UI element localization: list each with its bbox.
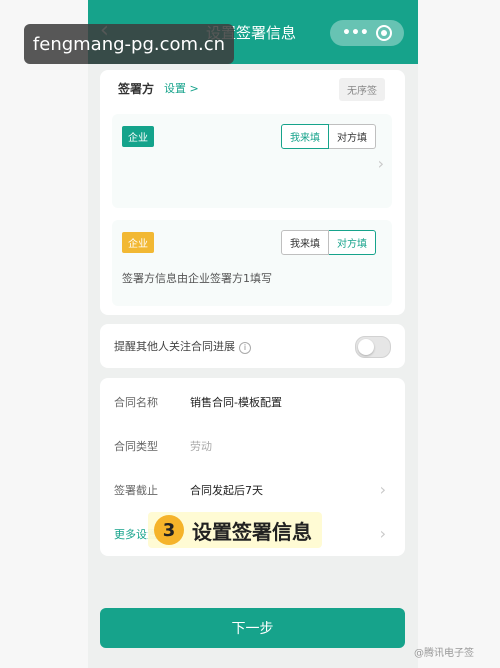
party-1[interactable]: 企业 我来填 对方填 › [112,114,392,208]
signer-title: 签署方 [118,82,155,96]
source-credit: @腾讯电子签 [414,648,474,659]
target-icon[interactable] [376,25,392,41]
contract-type-placeholder: 劳动 [190,440,212,453]
info-icon[interactable]: i [239,342,251,354]
party-2-fill-toggle: 我来填 对方填 [281,230,376,255]
remind-card: 提醒其他人关注合同进展 i [100,324,405,368]
more-icon[interactable]: ••• [342,25,369,41]
deadline-label: 签署截止 [114,484,158,497]
party-2-self-fill-button[interactable]: 我来填 [281,230,329,255]
step-caption-overlay: 3 设置签署信息 [148,512,322,548]
toggle-knob [358,339,374,355]
next-step-button[interactable]: 下一步 [100,608,405,648]
step-caption-text: 设置签署信息 [192,519,312,544]
remind-label: 提醒其他人关注合同进展 [114,340,235,353]
party-2[interactable]: 企业 我来填 对方填 签署方信息由企业签署方1填写 [112,220,392,306]
signer-settings-link[interactable]: 设置 > [164,80,199,96]
contract-name-value: 销售合同-模板配置 [190,396,282,409]
chevron-right-icon: › [379,524,386,543]
party-1-type-badge: 企业 [122,126,154,147]
mini-program-capsule: ••• [330,20,404,46]
deadline-value: 合同发起后7天 [190,484,263,497]
party-1-fill-toggle: 我来填 对方填 [281,124,376,149]
no-order-button[interactable]: 无序签 [339,78,385,101]
party-2-other-fill-button[interactable]: 对方填 [329,230,376,255]
signer-card: 签署方 设置 > 无序签 企业 我来填 对方填 › 企业 我来填 对方填 签署方… [100,70,405,315]
page-background: ‹ 设置签署信息 ••• fengmang-pg.com.cn 签署方 设置 >… [0,0,500,668]
chevron-right-icon: › [379,480,386,499]
remind-toggle[interactable] [355,336,391,358]
step-number-badge: 3 [154,515,184,545]
watermark-banner: fengmang-pg.com.cn [24,24,234,64]
party-2-type-badge: 企业 [122,232,154,253]
party-2-info-text: 签署方信息由企业签署方1填写 [122,272,272,285]
contract-type-label: 合同类型 [114,440,158,453]
chevron-right-icon: › [377,154,384,173]
contract-name-label: 合同名称 [114,396,158,409]
party-1-self-fill-button[interactable]: 我来填 [281,124,329,149]
remind-row: 提醒其他人关注合同进展 i [114,338,251,354]
party-1-other-fill-button[interactable]: 对方填 [329,124,376,149]
